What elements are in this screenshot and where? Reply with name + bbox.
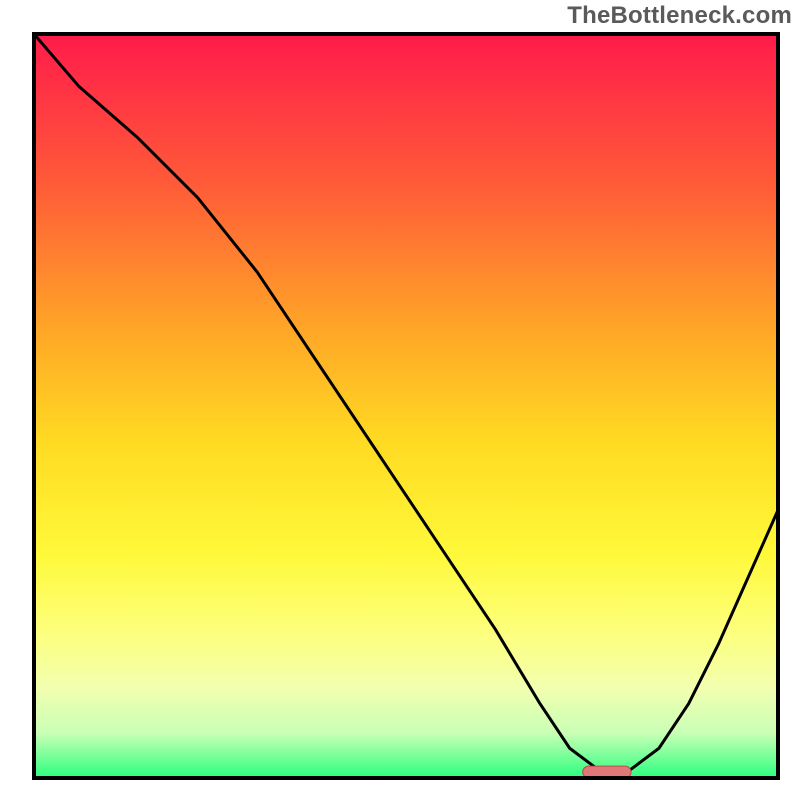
watermark-label: TheBottleneck.com <box>567 2 792 30</box>
chart-container: TheBottleneck.com <box>0 0 800 800</box>
bottleneck-chart <box>0 0 800 800</box>
